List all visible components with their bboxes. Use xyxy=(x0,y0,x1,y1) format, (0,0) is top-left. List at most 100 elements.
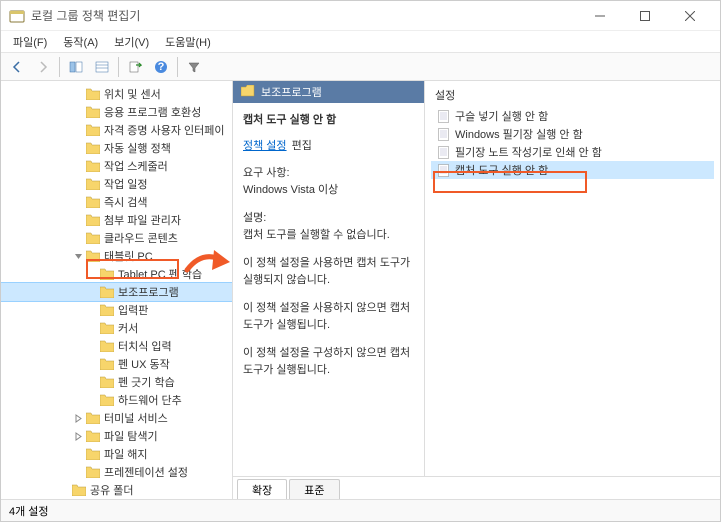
menu-help[interactable]: 도움말(H) xyxy=(157,32,219,52)
properties-button[interactable] xyxy=(90,55,114,79)
forward-button[interactable] xyxy=(31,55,55,79)
expander-placeholder xyxy=(85,339,99,353)
tree-item[interactable]: 보조프로그램 xyxy=(1,283,232,301)
folder-icon xyxy=(241,85,255,100)
menu-view[interactable]: 보기(V) xyxy=(106,32,157,52)
tree-item[interactable]: 태블릿 PC xyxy=(1,247,232,265)
tree-item-label: 펜 긋기 학습 xyxy=(118,374,175,390)
tree-item[interactable]: 즉시 검색 xyxy=(1,193,232,211)
tree-item-label: 작업 스케줄러 xyxy=(104,158,168,174)
tree-item-label: 클라우드 콘텐츠 xyxy=(104,230,178,246)
expander-placeholder xyxy=(85,285,99,299)
help-button[interactable]: ? xyxy=(149,55,173,79)
policy-page-icon xyxy=(435,127,451,141)
tree-item[interactable]: Tablet PC 펜 학습 xyxy=(1,265,232,283)
setting-item-label: 필기장 노트 작성기로 인쇄 안 함 xyxy=(455,144,602,160)
folder-icon xyxy=(85,465,101,479)
menubar: 파일(F) 동작(A) 보기(V) 도움말(H) xyxy=(1,31,720,53)
tree-item[interactable]: 입력판 xyxy=(1,301,232,319)
tree-item[interactable]: 파일 탐색기 xyxy=(1,427,232,445)
tree-item[interactable]: 펜 UX 동작 xyxy=(1,355,232,373)
folder-icon xyxy=(99,339,115,353)
tree-item[interactable]: 터치식 입력 xyxy=(1,337,232,355)
setting-item-label: 구슬 넣기 실행 안 함 xyxy=(455,108,548,124)
policy-settings-link[interactable]: 정책 설정 xyxy=(243,140,287,152)
tab-extended[interactable]: 확장 xyxy=(237,479,287,499)
folder-icon xyxy=(85,411,101,425)
chevron-right-icon[interactable] xyxy=(71,411,85,425)
export-list-button[interactable] xyxy=(123,55,147,79)
detail-link-edit: 편집 xyxy=(292,140,312,152)
expander-placeholder xyxy=(85,321,99,335)
folder-icon xyxy=(85,105,101,119)
tree-item-label: 자격 증명 사용자 인터페이 xyxy=(104,122,225,138)
expander-placeholder xyxy=(85,267,99,281)
folder-icon xyxy=(85,123,101,137)
expander-placeholder xyxy=(85,393,99,407)
description-para: 이 정책 설정을 구성하지 않으면 캡처 도구가 실행됩니다. xyxy=(243,345,414,378)
setting-item[interactable]: 구슬 넣기 실행 안 함 xyxy=(431,107,714,125)
tree-item-label: 위치 및 센서 xyxy=(104,86,161,102)
tabs: 확장 표준 xyxy=(233,477,720,499)
tree-item[interactable]: 프레젠테이션 설정 xyxy=(1,463,232,481)
folder-icon xyxy=(85,231,101,245)
maximize-button[interactable] xyxy=(622,1,667,30)
toolbar-separator xyxy=(118,57,119,77)
tree-item[interactable]: 클라우드 콘텐츠 xyxy=(1,229,232,247)
tree-item-label: 응용 프로그램 호환성 xyxy=(104,104,201,120)
description-para: 이 정책 설정을 사용하면 캡처 도구가 실행되지 않습니다. xyxy=(243,255,414,288)
tree-item[interactable]: 커서 xyxy=(1,319,232,337)
show-hide-tree-button[interactable] xyxy=(64,55,88,79)
menu-action[interactable]: 동작(A) xyxy=(55,32,106,52)
folder-icon xyxy=(85,447,101,461)
folder-icon xyxy=(85,159,101,173)
tree-item[interactable]: 하드웨어 단추 xyxy=(1,391,232,409)
tree-item-label: 터치식 입력 xyxy=(118,338,172,354)
tree-item-label: 파일 해지 xyxy=(104,446,148,462)
tree-item[interactable]: 파일 해지 xyxy=(1,445,232,463)
expander-placeholder xyxy=(71,231,85,245)
tree-item[interactable]: 자동 실행 정책 xyxy=(1,139,232,157)
tab-standard[interactable]: 표준 xyxy=(289,479,339,499)
folder-icon xyxy=(99,285,115,299)
chevron-right-icon[interactable] xyxy=(71,429,85,443)
close-button[interactable] xyxy=(667,1,712,30)
tree-item-label: 보조프로그램 xyxy=(118,284,179,300)
tree-item[interactable]: 작업 일정 xyxy=(1,175,232,193)
tree-item[interactable]: 응용 프로그램 호환성 xyxy=(1,103,232,121)
tree-item[interactable]: 공유 폴더 xyxy=(1,481,232,499)
filter-button[interactable] xyxy=(182,55,206,79)
folder-icon xyxy=(99,321,115,335)
toolbar: ? xyxy=(1,53,720,81)
toolbar-separator xyxy=(177,57,178,77)
tree-item-label: 첨부 파일 관리자 xyxy=(104,212,181,228)
policy-page-icon xyxy=(435,145,451,159)
setting-item[interactable]: Windows 필기장 실행 안 함 xyxy=(431,125,714,143)
description-label: 설명: xyxy=(243,210,414,227)
settings-list[interactable]: 구슬 넣기 실행 안 함Windows 필기장 실행 안 함필기장 노트 작성기… xyxy=(425,107,720,476)
folder-icon xyxy=(85,249,101,263)
expander-placeholder xyxy=(85,375,99,389)
tree-item[interactable]: 첨부 파일 관리자 xyxy=(1,211,232,229)
expander-placeholder xyxy=(85,357,99,371)
status-text: 4개 설정 xyxy=(9,503,49,519)
tree-panel[interactable]: 위치 및 센서응용 프로그램 호환성자격 증명 사용자 인터페이자동 실행 정책… xyxy=(1,81,233,499)
folder-icon xyxy=(99,375,115,389)
tree-item[interactable]: 자격 증명 사용자 인터페이 xyxy=(1,121,232,139)
minimize-button[interactable] xyxy=(577,1,622,30)
setting-item[interactable]: 캡처 도구 실행 안 함 xyxy=(431,161,714,179)
back-button[interactable] xyxy=(5,55,29,79)
tree-item-label: 자동 실행 정책 xyxy=(104,140,171,156)
detail-header-text: 보조프로그램 xyxy=(261,84,322,100)
tree-item-label: 입력판 xyxy=(118,302,148,318)
tree-item-label: 커서 xyxy=(118,320,138,336)
tree-item[interactable]: 펜 긋기 학습 xyxy=(1,373,232,391)
tree-item[interactable]: 터미널 서비스 xyxy=(1,409,232,427)
chevron-down-icon[interactable] xyxy=(71,249,85,263)
folder-icon xyxy=(71,483,87,497)
tree-item-label: 하드웨어 단추 xyxy=(118,392,182,408)
menu-file[interactable]: 파일(F) xyxy=(5,32,55,52)
setting-item[interactable]: 필기장 노트 작성기로 인쇄 안 함 xyxy=(431,143,714,161)
tree-item[interactable]: 위치 및 센서 xyxy=(1,85,232,103)
tree-item[interactable]: 작업 스케줄러 xyxy=(1,157,232,175)
